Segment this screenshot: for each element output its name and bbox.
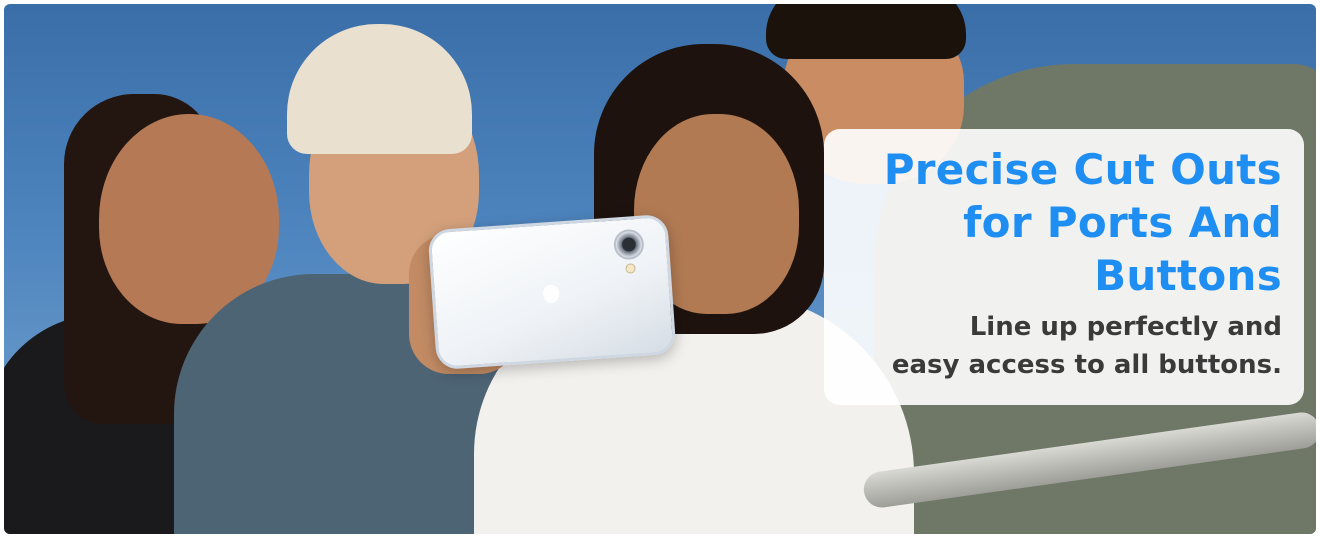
feature-text-card: Precise Cut Outs for Ports And Buttons L… [824,129,1304,405]
headline-line-3: Buttons [1094,251,1282,300]
description-line-1: Line up perfectly and [969,312,1282,342]
description-line-2: easy access to all buttons. [891,350,1282,380]
feature-description: Line up perfectly and easy access to all… [846,308,1282,384]
headline-line-1: Precise Cut Outs [883,145,1282,194]
camera-lens-icon [612,228,645,261]
person-4-hair [766,4,966,59]
person-2-beanie [287,24,472,154]
product-banner: Precise Cut Outs for Ports And Buttons L… [4,4,1316,534]
feature-headline: Precise Cut Outs for Ports And Buttons [846,143,1282,302]
apple-logo-icon [542,284,560,304]
headline-line-2: for Ports And [963,198,1282,247]
flash-icon [625,263,636,274]
phone-case-icon [427,213,677,371]
